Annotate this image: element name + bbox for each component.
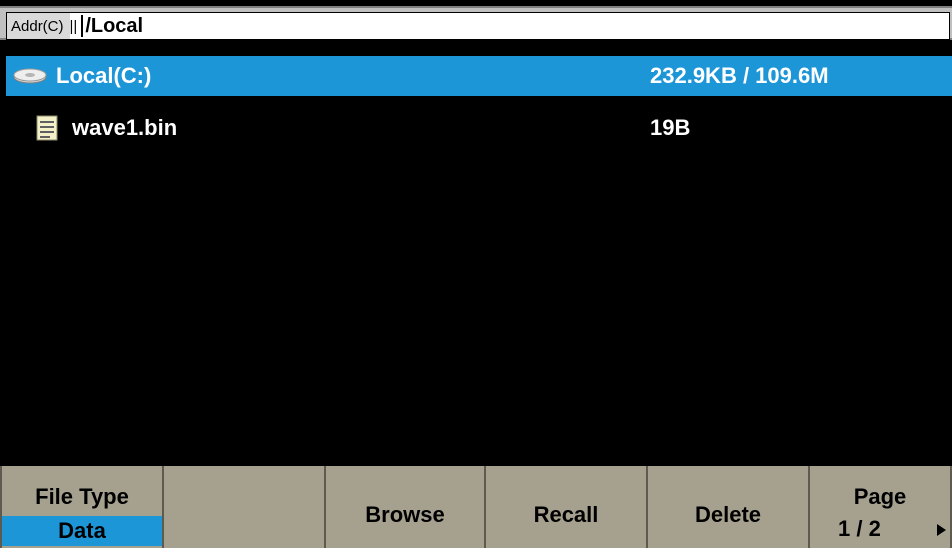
softkey-bar: File Type Data Browse Recall Delete Page…	[0, 466, 952, 548]
address-separator: ||	[69, 17, 78, 35]
file-name: wave1.bin	[72, 115, 178, 140]
recall-label: Recall	[533, 502, 599, 527]
file-icon	[36, 115, 58, 141]
list-item-name-wrap: Local(C:)	[6, 63, 151, 89]
file-type-value: Data	[2, 516, 162, 546]
list-item-name-wrap: wave1.bin	[6, 115, 177, 141]
list-item-file[interactable]: wave1.bin 19B	[6, 108, 952, 148]
delete-button[interactable]: Delete	[648, 466, 810, 548]
delete-label: Delete	[694, 502, 762, 527]
address-path[interactable]: /Local	[81, 15, 146, 37]
drive-icon	[13, 68, 47, 84]
drive-capacity: 232.9KB / 109.6M	[650, 63, 829, 88]
address-label: Addr(C)	[7, 13, 70, 39]
file-size: 19B	[650, 115, 691, 140]
browse-label: Browse	[365, 502, 445, 527]
page-softkey[interactable]: Page 1 / 2	[810, 466, 952, 548]
screen: Addr(C) || /Local Local(C:) 232.9KB / 10…	[0, 0, 952, 548]
file-type-label: File Type	[35, 484, 129, 509]
file-type-softkey[interactable]: File Type Data	[0, 466, 164, 548]
address-field[interactable]: Addr(C) || /Local	[6, 12, 950, 40]
page-label: Page	[853, 484, 907, 509]
drive-name: Local(C:)	[56, 63, 152, 88]
file-list: Local(C:) 232.9KB / 109.6M wave1.bin 19B	[6, 56, 952, 466]
list-item-drive[interactable]: Local(C:) 232.9KB / 109.6M	[6, 56, 952, 96]
page-number: 1 / 2	[838, 516, 881, 541]
next-page-arrow-icon	[937, 524, 946, 536]
recall-button[interactable]: Recall	[486, 466, 648, 548]
browse-button[interactable]: Browse	[326, 466, 486, 548]
empty-softkey[interactable]	[164, 466, 326, 548]
